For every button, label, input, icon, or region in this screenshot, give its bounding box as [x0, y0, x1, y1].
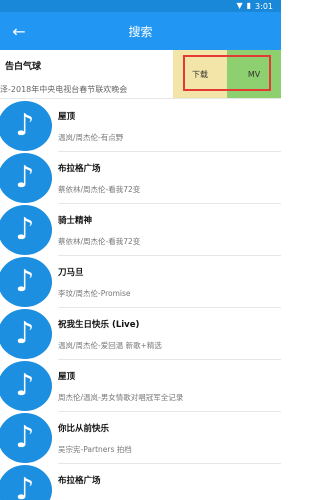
list-item[interactable]: ♪ 刀马旦 李玟/周杰伦-Promise	[0, 256, 281, 308]
list-item[interactable]: ♪ 屋顶 温岚/周杰伦-有点野	[0, 100, 281, 152]
status-time: 3:01	[255, 1, 273, 11]
song-subtitle: 李玟/周杰伦-Promise	[58, 289, 131, 298]
song-title: 刀马旦	[58, 268, 84, 278]
song-title: 你比从前快乐	[58, 424, 110, 434]
song-title: 布拉格广场	[58, 476, 101, 486]
top-result-subtitle: 泽-2018年中央电视台春节联欢晚会	[0, 85, 128, 94]
top-result-title: 告白气球	[5, 62, 42, 72]
results-list[interactable]: 告白气球 泽-2018年中央电视台春节联欢晚会 下载 MV ♪ 屋顶 温岚/周杰…	[0, 50, 281, 500]
song-subtitle: 温岚/周杰伦-有点野	[58, 133, 124, 142]
song-subtitle: 蔡依林/周杰伦-看我72变	[58, 185, 141, 194]
top-result-row[interactable]: 告白气球 泽-2018年中央电视台春节联欢晚会 下载 MV	[0, 50, 281, 99]
song-title: 屋顶	[58, 372, 76, 382]
list-item[interactable]: ♪ 祝我生日快乐 (Live) 温岚/周杰伦-爱回温 新歌+精选	[0, 308, 281, 360]
music-note-icon: ♪	[0, 153, 52, 203]
music-note-icon: ♪	[0, 361, 52, 411]
wifi-icon: ▼	[236, 1, 243, 10]
song-title: 布拉格广场	[58, 164, 101, 174]
song-subtitle: 周杰伦/温岚-男女情歌对唱冠军全记录	[58, 393, 184, 402]
song-title: 屋顶	[58, 112, 76, 122]
list-item[interactable]: ♪ 屋顶 周杰伦/温岚-男女情歌对唱冠军全记录	[0, 360, 281, 412]
highlight-box	[183, 55, 271, 91]
song-title: 骑士精神	[58, 216, 93, 226]
list-item[interactable]: ♪ 布拉格广场 蔡依林/周杰伦-看我72变	[0, 152, 281, 204]
list-item[interactable]: ♪ 你比从前快乐 吴宗宪-Partners 拍档	[0, 412, 281, 464]
status-bar: ▼ ▮ 3:01	[0, 0, 281, 12]
app-bar: ← 搜索	[0, 12, 281, 50]
list-item[interactable]: ♪ 布拉格广场	[0, 464, 281, 500]
music-note-icon: ♪	[0, 465, 52, 500]
music-note-icon: ♪	[0, 309, 52, 359]
music-note-icon: ♪	[0, 257, 52, 307]
list-item[interactable]: ♪ 骑士精神 蔡依林/周杰伦-看我72变	[0, 204, 281, 256]
battery-icon: ▮	[246, 1, 252, 10]
song-subtitle: 吴宗宪-Partners 拍档	[58, 445, 132, 454]
music-note-icon: ♪	[0, 413, 52, 463]
music-note-icon: ♪	[0, 101, 52, 151]
song-subtitle: 蔡依林/周杰伦-看我72变	[58, 237, 141, 246]
song-title: 祝我生日快乐 (Live)	[58, 320, 140, 330]
page-title: 搜索	[128, 24, 153, 39]
song-subtitle: 温岚/周杰伦-爱回温 新歌+精选	[58, 341, 162, 350]
music-note-icon: ♪	[0, 205, 52, 255]
